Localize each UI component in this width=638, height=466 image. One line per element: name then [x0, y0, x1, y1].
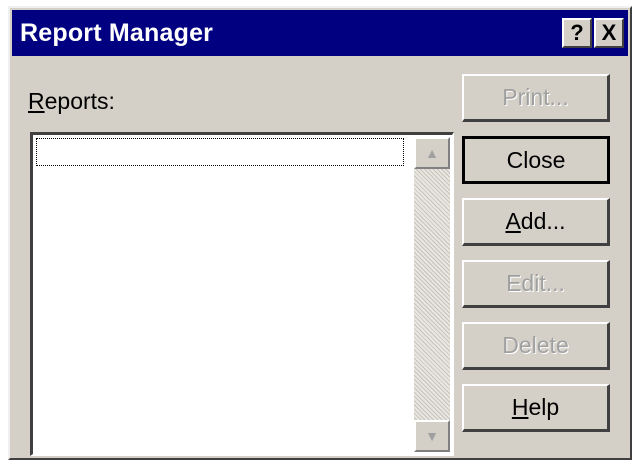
window-title: Report Manager: [20, 18, 214, 47]
reports-label-mnemonic: R: [28, 88, 45, 114]
close-window-button[interactable]: X: [594, 18, 624, 48]
close-button[interactable]: Close: [462, 136, 610, 184]
add-button[interactable]: Add...: [462, 198, 610, 246]
arrow-down-icon: ▼: [425, 428, 439, 444]
reports-listbox[interactable]: ▲ ▼: [30, 132, 454, 456]
add-button-mnemonic: A: [505, 208, 521, 234]
help-button-label: elp: [528, 394, 560, 420]
list-focus-item[interactable]: [36, 138, 404, 166]
help-button-mnemonic: H: [511, 394, 529, 420]
help-question-button[interactable]: ?: [562, 18, 592, 48]
reports-label-text: eports:: [44, 88, 115, 114]
listbox-scrollbar[interactable]: ▲ ▼: [414, 137, 450, 452]
help-button[interactable]: Help: [462, 384, 610, 432]
arrow-up-icon: ▲: [425, 145, 439, 161]
delete-button[interactable]: Delete: [462, 322, 610, 370]
scroll-up-button[interactable]: ▲: [414, 137, 450, 169]
edit-button[interactable]: Edit...: [462, 260, 610, 308]
title-bar[interactable]: Report Manager ? X: [12, 10, 628, 56]
reports-label: Reports:: [28, 88, 115, 115]
print-button[interactable]: Print...: [462, 74, 610, 122]
add-button-label: dd...: [520, 208, 566, 234]
scroll-down-button[interactable]: ▼: [414, 420, 450, 452]
